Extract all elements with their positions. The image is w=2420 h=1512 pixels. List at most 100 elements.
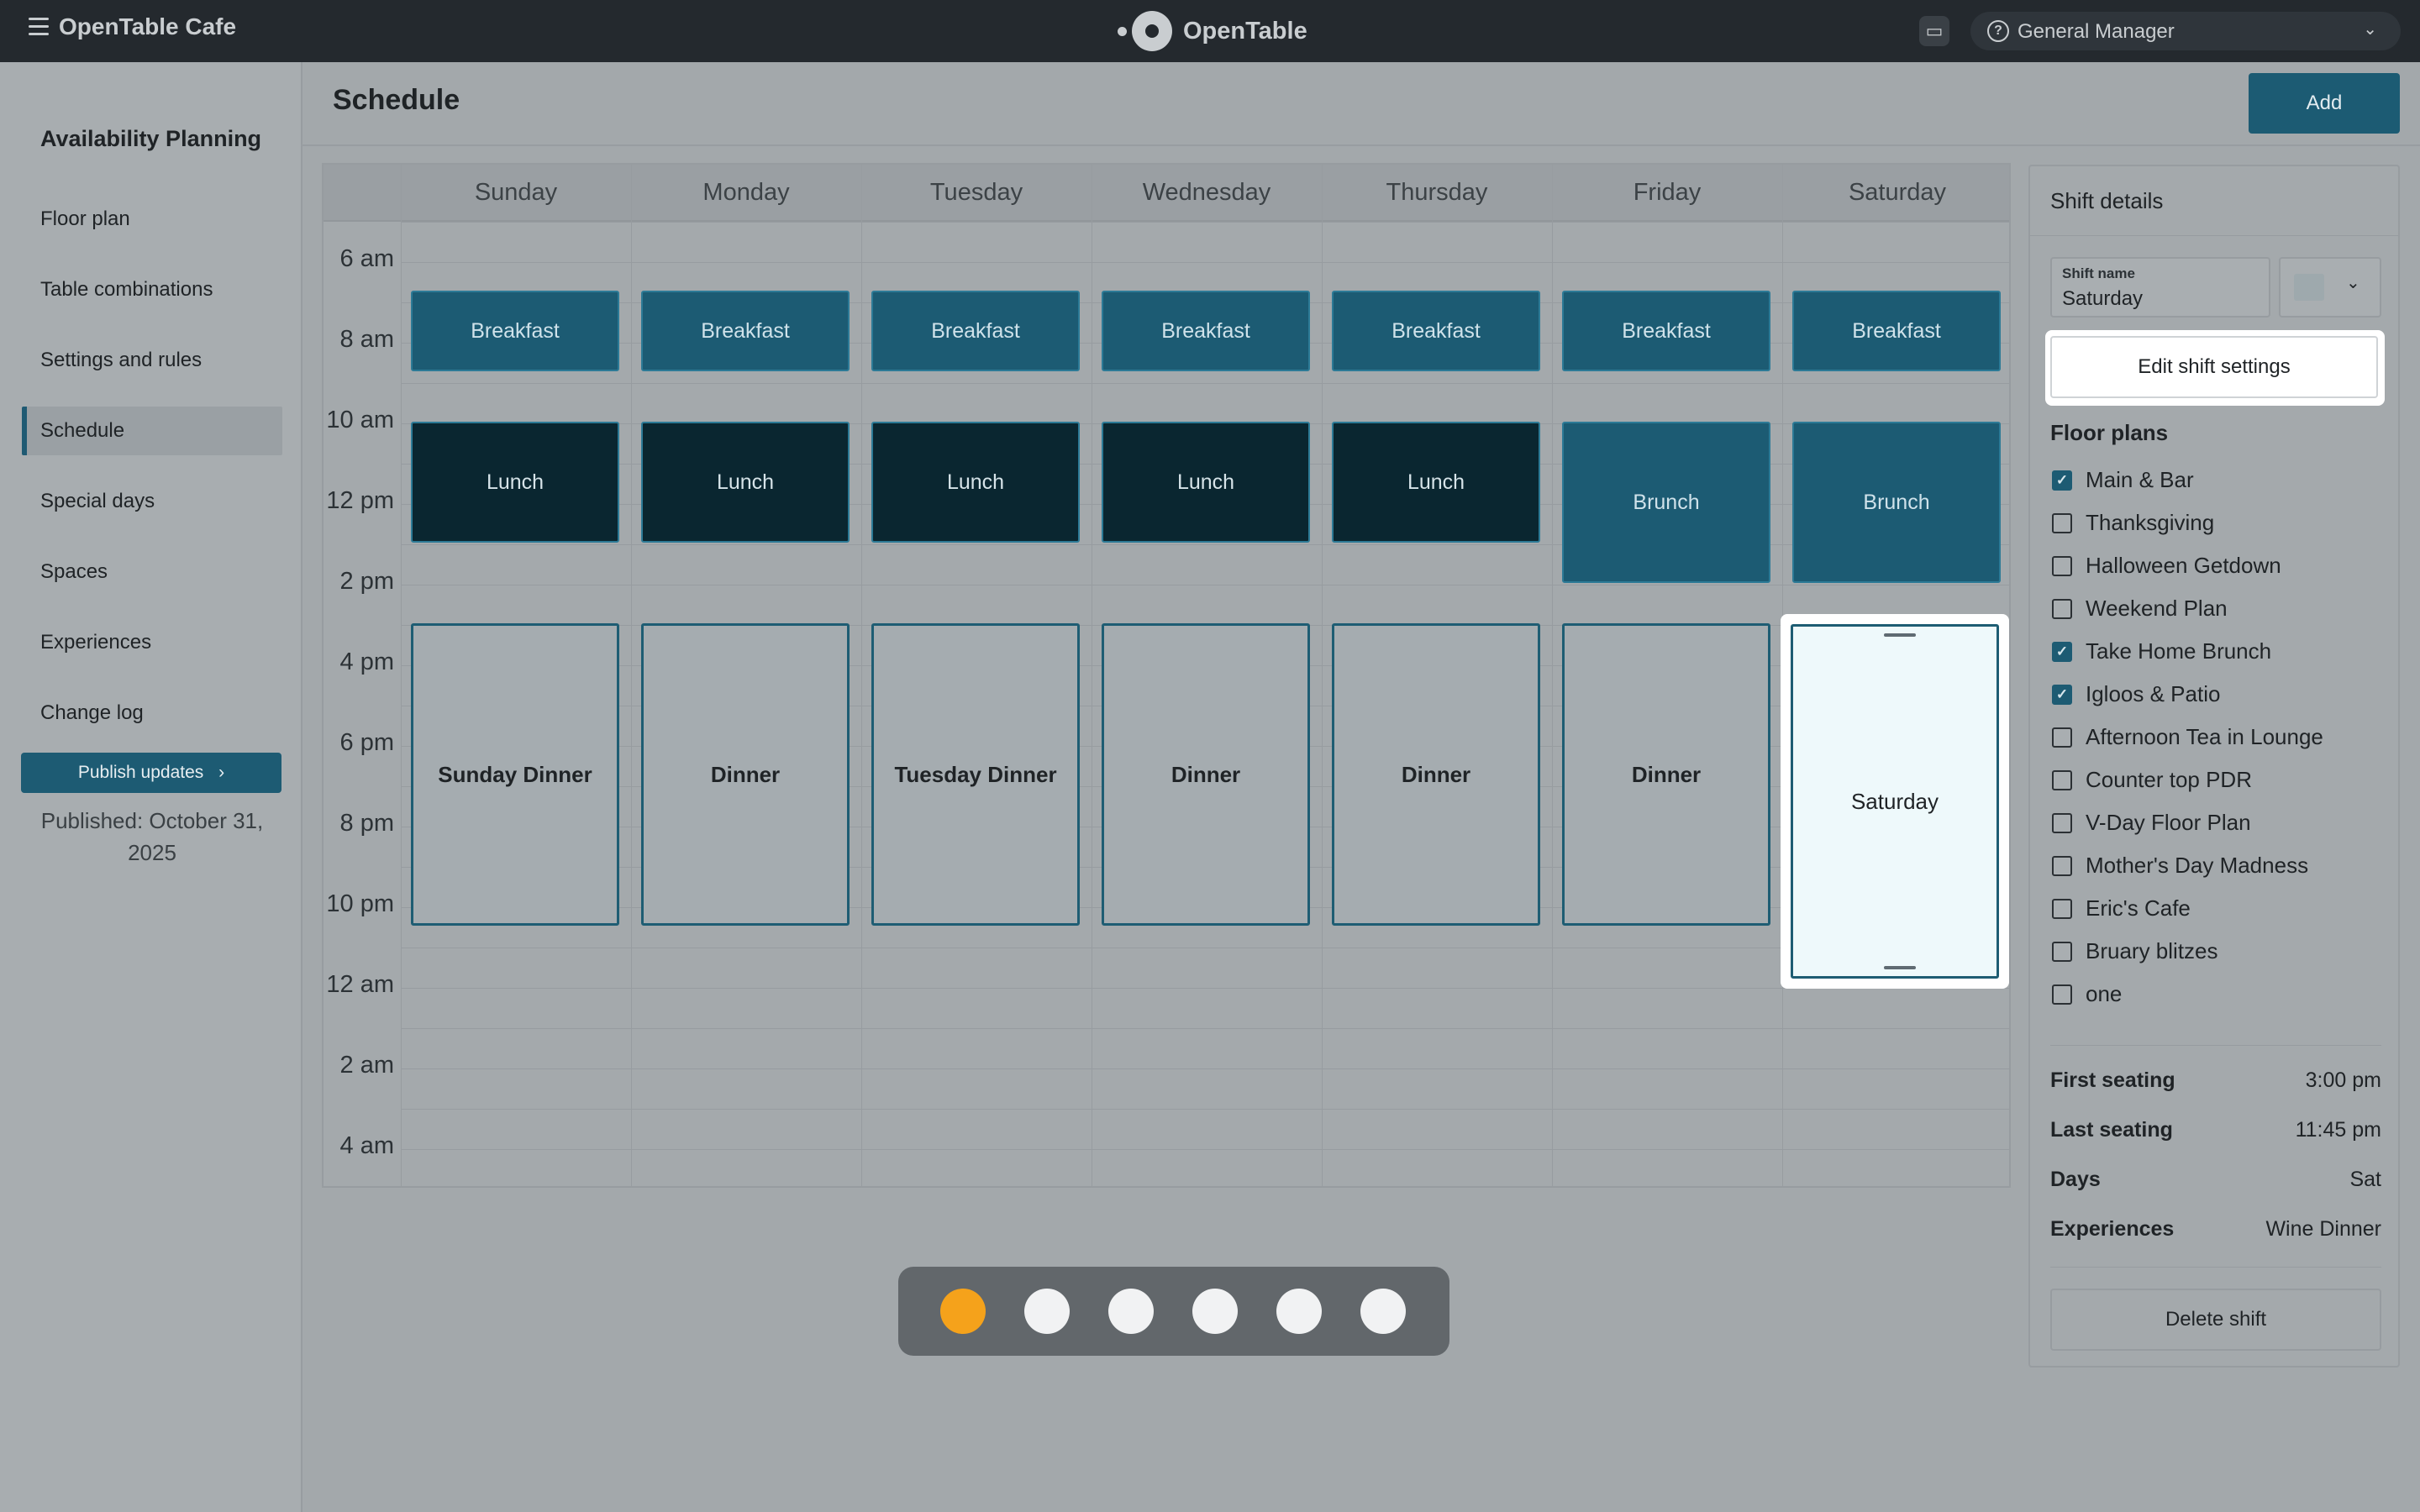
shift-lunch[interactable]: Lunch [411, 422, 619, 543]
shift-color-select[interactable]: ⌄ [2279, 257, 2381, 318]
sidebar-item-experiences[interactable]: Experiences [22, 618, 282, 667]
experiences-value: Wine Dinner [2265, 1217, 2381, 1241]
shift-breakfast[interactable]: Breakfast [1792, 291, 2001, 371]
shift-dinner[interactable]: Dinner [1332, 623, 1540, 926]
last-seating-label: Last seating [2050, 1118, 2173, 1142]
shift-breakfast[interactable]: Breakfast [1102, 291, 1310, 371]
floor-plan-item[interactable]: Mother's Day Madness [2052, 853, 2381, 886]
checkbox[interactable] [2052, 899, 2072, 919]
chat-icon[interactable]: ▭ [1919, 16, 1949, 46]
shift-lunch[interactable]: Lunch [1102, 422, 1310, 543]
day-header-saturday: Saturday [1848, 179, 1947, 206]
floor-plan-item[interactable]: Thanksgiving [2052, 510, 2381, 543]
checkbox[interactable]: ✓ [2052, 685, 2072, 705]
sidebar: Availability Planning Floor plan Table co… [0, 62, 302, 1512]
first-seating-label: First seating [2050, 1068, 2175, 1092]
shift-dinner[interactable]: Tuesday Dinner [871, 623, 1080, 926]
floor-plan-item[interactable]: Eric's Cafe [2052, 895, 2381, 929]
chevron-right-icon: › [218, 763, 225, 782]
carousel-dot[interactable] [1024, 1289, 1070, 1334]
shift-brunch[interactable]: Brunch [1792, 422, 2001, 583]
time-label: 10 am [326, 407, 394, 433]
carousel-dot[interactable] [1276, 1289, 1322, 1334]
carousel-dot[interactable] [1360, 1289, 1406, 1334]
checkbox[interactable]: ✓ [2052, 470, 2072, 491]
checkbox[interactable] [2052, 856, 2072, 876]
day-header-tuesday: Tuesday [929, 179, 1023, 206]
role-selector[interactable]: ? General Manager ⌄ [1970, 12, 2401, 50]
divider [2030, 235, 2398, 236]
time-label: 8 pm [339, 810, 394, 837]
experiences-row: Experiences Wine Dinner [2050, 1217, 2381, 1251]
floor-plan-item[interactable]: ✓ Take Home Brunch [2052, 638, 2381, 672]
checkbox[interactable] [2052, 513, 2072, 533]
floor-plan-item[interactable]: one [2052, 981, 2381, 1015]
sidebar-item-spaces[interactable]: Spaces [22, 548, 282, 596]
shift-breakfast[interactable]: Breakfast [641, 291, 850, 371]
floor-plan-item[interactable]: Afternoon Tea in Lounge [2052, 724, 2381, 758]
sidebar-item-settings-and-rules[interactable]: Settings and rules [22, 336, 282, 385]
sidebar-item-schedule[interactable]: Schedule [22, 407, 282, 455]
shift-dinner[interactable]: Dinner [641, 623, 850, 926]
checkbox[interactable] [2052, 556, 2072, 576]
days-label: Days [2050, 1168, 2101, 1191]
shift-breakfast[interactable]: Breakfast [411, 291, 619, 371]
column-divider [1322, 165, 1323, 1186]
shift-lunch[interactable]: Lunch [871, 422, 1080, 543]
carousel-dot[interactable] [940, 1289, 986, 1334]
floor-plan-item[interactable]: Bruary blitzes [2052, 938, 2381, 972]
shift-breakfast[interactable]: Breakfast [871, 291, 1080, 371]
delete-shift-button[interactable]: Delete shift [2050, 1289, 2381, 1351]
grid-line [401, 1149, 2009, 1150]
shift-lunch[interactable]: Lunch [1332, 422, 1540, 543]
day-header-friday: Friday [1633, 179, 1702, 206]
checkbox[interactable] [2052, 599, 2072, 619]
time-label: 6 pm [339, 729, 394, 756]
checkbox[interactable] [2052, 770, 2072, 790]
days-row: Days Sat [2050, 1168, 2381, 1201]
shift-dinner[interactable]: Dinner [1562, 623, 1770, 926]
shift-breakfast[interactable]: Breakfast [1332, 291, 1540, 371]
floor-plan-label: Halloween Getdown [2086, 553, 2281, 578]
resize-handle-top[interactable] [1884, 633, 1916, 637]
sidebar-item-change-log[interactable]: Change log [22, 689, 282, 738]
floor-plan-item[interactable]: Halloween Getdown [2052, 553, 2381, 586]
shift-saturday-dinner[interactable]: Saturday [1791, 624, 1999, 979]
checkbox[interactable] [2052, 813, 2072, 833]
checkbox[interactable] [2052, 984, 2072, 1005]
checkbox[interactable]: ✓ [2052, 642, 2072, 662]
floor-plan-item[interactable]: ✓ Main & Bar [2052, 467, 2381, 501]
hamburger-icon[interactable] [29, 18, 49, 36]
floor-plan-label: V-Day Floor Plan [2086, 810, 2251, 835]
carousel-dot[interactable] [1108, 1289, 1154, 1334]
time-label: 4 am [339, 1132, 394, 1159]
day-header-monday: Monday [702, 179, 790, 206]
sidebar-item-floor-plan[interactable]: Floor plan [22, 195, 282, 244]
checkbox[interactable] [2052, 727, 2072, 748]
carousel-dot[interactable] [1192, 1289, 1238, 1334]
role-label: General Manager [2018, 20, 2175, 43]
selected-shift-card[interactable]: Saturday [1781, 614, 2009, 989]
floor-plan-item[interactable]: Counter top PDR [2052, 767, 2381, 801]
floor-plan-item[interactable]: ✓ Igloos & Patio [2052, 681, 2381, 715]
top-bar: OpenTable Cafe OpenTable ▭ ? General Man… [0, 0, 2420, 62]
shift-lunch[interactable]: Lunch [641, 422, 850, 543]
shift-brunch[interactable]: Brunch [1562, 422, 1770, 583]
color-swatch [2294, 274, 2324, 301]
publish-label: Publish updates [77, 763, 204, 782]
add-button[interactable]: Add [2249, 73, 2400, 134]
shift-dinner[interactable]: Dinner [1102, 623, 1310, 926]
time-label: 6 am [339, 245, 394, 272]
first-seating-row: First seating 3:00 pm [2050, 1068, 2381, 1102]
shift-dinner[interactable]: Sunday Dinner [411, 623, 619, 926]
publish-updates-button[interactable]: Publish updates › [21, 753, 281, 793]
floor-plan-item[interactable]: Weekend Plan [2052, 596, 2381, 629]
resize-handle-bottom[interactable] [1884, 966, 1916, 969]
shift-name-field[interactable]: Shift name Saturday [2050, 257, 2270, 318]
checkbox[interactable] [2052, 942, 2072, 962]
sidebar-item-special-days[interactable]: Special days [22, 477, 282, 526]
sidebar-item-table-combinations[interactable]: Table combinations [22, 265, 282, 314]
floor-plan-item[interactable]: V-Day Floor Plan [2052, 810, 2381, 843]
edit-shift-settings-button[interactable]: Edit shift settings [2050, 336, 2378, 398]
shift-breakfast[interactable]: Breakfast [1562, 291, 1770, 371]
